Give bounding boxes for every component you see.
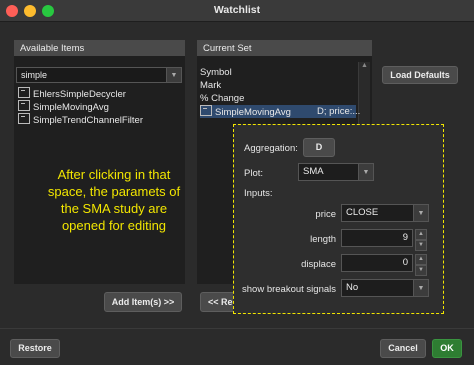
current-set-header: Current Set	[197, 40, 372, 56]
price-label: price	[315, 209, 336, 220]
load-defaults-button[interactable]: Load Defaults	[382, 66, 458, 84]
price-value: CLOSE	[346, 207, 379, 218]
chevron-down-icon[interactable]: ▼	[413, 280, 428, 296]
available-items-list: EhlersSimpleDecycler SimpleMovingAvg Sim…	[18, 87, 182, 126]
study-icon	[18, 100, 30, 111]
plot-label: Plot:	[244, 168, 264, 179]
length-input[interactable]: 9	[341, 229, 413, 247]
plot-value: SMA	[303, 166, 324, 177]
available-items-header: Available Items	[14, 40, 185, 56]
restore-button[interactable]: Restore	[10, 339, 60, 358]
chevron-down-icon[interactable]: ▼	[166, 68, 181, 82]
study-icon	[18, 87, 30, 98]
list-item[interactable]: SimpleMovingAvg	[18, 100, 182, 113]
scroll-up-icon[interactable]: ▲	[359, 62, 370, 69]
available-filter-value: simple	[21, 70, 48, 80]
window-title: Watchlist	[213, 4, 261, 16]
spinner-down-icon[interactable]: ▼	[415, 265, 427, 276]
breakout-label: show breakout signals	[242, 284, 336, 295]
list-item[interactable]: Mark	[200, 79, 356, 92]
study-params: D; price:...	[317, 106, 361, 117]
footer-divider	[0, 328, 474, 329]
ok-button[interactable]: OK	[432, 339, 462, 358]
displace-label: displace	[301, 259, 336, 270]
aggregation-label: Aggregation:	[244, 143, 298, 154]
aggregation-button[interactable]: D	[303, 138, 335, 157]
chevron-down-icon[interactable]: ▼	[358, 164, 373, 180]
study-icon	[200, 105, 212, 116]
selected-study-row[interactable]: SimpleMovingAvg D; price:...	[200, 105, 360, 118]
list-item[interactable]: SimpleTrendChannelFilter	[18, 113, 182, 126]
list-item[interactable]: Symbol	[200, 66, 356, 79]
spinner-down-icon[interactable]: ▼	[415, 240, 427, 251]
spinner-up-icon[interactable]: ▲	[415, 229, 427, 240]
displace-input[interactable]: 0	[341, 254, 413, 272]
spinner-arrows-icon[interactable]: ▲ ▼	[415, 229, 427, 251]
plot-dropdown[interactable]: SMA ▼	[298, 163, 374, 181]
add-items-button[interactable]: Add Item(s) >>	[104, 292, 182, 312]
inputs-label: Inputs:	[244, 188, 273, 199]
available-filter-dropdown[interactable]: simple ▼	[16, 67, 182, 83]
cancel-button[interactable]: Cancel	[380, 339, 426, 358]
list-item[interactable]: % Change	[200, 92, 356, 105]
breakout-value: No	[346, 282, 359, 293]
current-set-list: Symbol Mark % Change SimpleMovingAvg D; …	[200, 66, 360, 118]
price-dropdown[interactable]: CLOSE ▼	[341, 204, 429, 222]
spinner-up-icon[interactable]: ▲	[415, 254, 427, 265]
length-label: length	[310, 234, 336, 245]
breakout-dropdown[interactable]: No ▼	[341, 279, 429, 297]
title-bar: Watchlist	[0, 0, 474, 22]
chevron-down-icon[interactable]: ▼	[413, 205, 428, 221]
study-icon	[18, 113, 30, 124]
list-item[interactable]: EhlersSimpleDecycler	[18, 87, 182, 100]
study-editor-popup: Aggregation: D Plot: SMA ▼ Inputs: price…	[233, 124, 444, 314]
spinner-arrows-icon[interactable]: ▲ ▼	[415, 254, 427, 276]
annotation-text: After clicking in that space, the parame…	[47, 167, 181, 233]
